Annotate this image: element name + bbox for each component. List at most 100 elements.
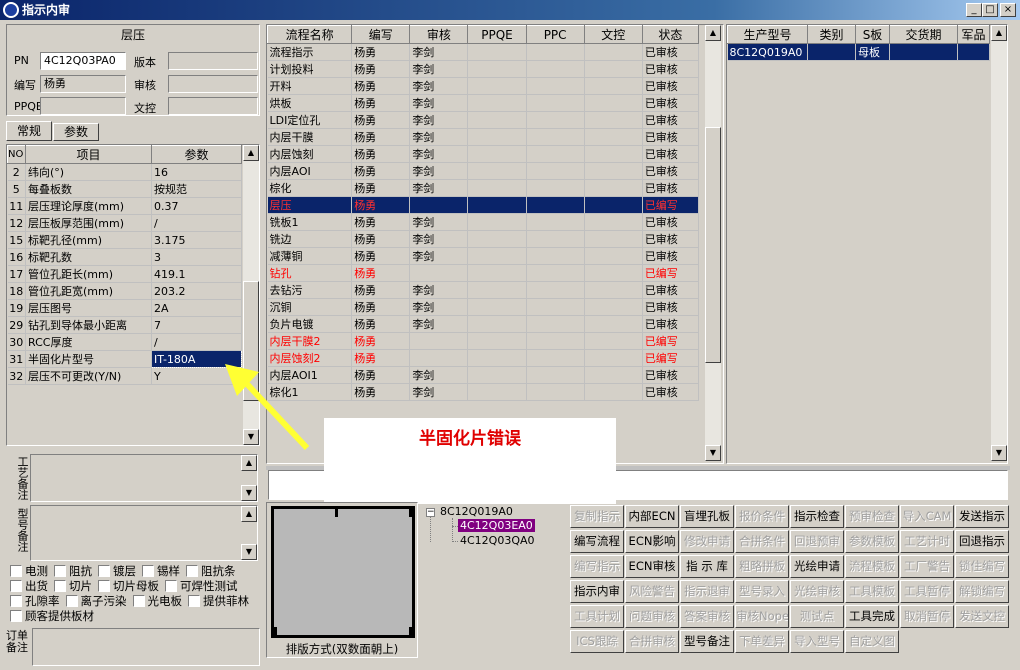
process-cell-reviewer[interactable]: 李剑 [409, 94, 469, 112]
process-cell-doc[interactable] [584, 94, 643, 112]
option-checkbox[interactable]: 锡样 [142, 564, 180, 578]
process-cell-ppqe[interactable] [467, 247, 527, 265]
action-button[interactable]: 自定义图 [845, 630, 899, 653]
process-cell-doc[interactable] [584, 281, 643, 299]
process-cell-ppc[interactable] [526, 366, 585, 384]
close-button[interactable]: × [1000, 3, 1016, 17]
process-cell-status[interactable]: 已审核 [642, 77, 700, 95]
process-cell-writer[interactable]: 杨勇 [351, 213, 411, 231]
process-cell-doc[interactable] [584, 247, 643, 265]
process-cell-status[interactable]: 已审核 [642, 383, 700, 401]
process-cell-reviewer[interactable]: 李剑 [409, 77, 469, 95]
param-cell-no[interactable]: 12 [7, 214, 26, 232]
process-cell-status[interactable]: 已审核 [642, 128, 700, 146]
process-cell-ppc[interactable] [526, 213, 585, 231]
checkbox-icon[interactable] [98, 580, 110, 592]
scroll-up-icon[interactable]: ▲ [241, 506, 257, 522]
process-header-col[interactable]: 状态 [641, 25, 700, 44]
process-cell-name[interactable]: 内层蚀刻 [267, 145, 353, 163]
process-cell-name[interactable]: 内层干膜 [267, 128, 353, 146]
param-cell-item[interactable]: 标靶孔数 [25, 248, 152, 266]
param-cell-value[interactable]: 7 [151, 316, 242, 334]
param-cell-value[interactable]: 按规范 [151, 180, 242, 198]
option-checkbox[interactable]: 提供菲林 [188, 594, 249, 608]
process-cell-ppc[interactable] [526, 145, 585, 163]
minimize-button[interactable]: _ [966, 3, 982, 17]
process-cell-status[interactable]: 已审核 [642, 145, 700, 163]
param-header-no[interactable]: NO [7, 145, 26, 164]
action-button[interactable]: 工具模板 [845, 580, 899, 603]
process-cell-ppqe[interactable] [467, 213, 527, 231]
production-header-col[interactable]: 军品 [957, 25, 990, 44]
process-row[interactable]: 内层蚀刻 杨勇 李剑 已审核 [267, 145, 700, 163]
process-cell-status[interactable]: 已审核 [642, 111, 700, 129]
process-cell-ppqe[interactable] [467, 60, 527, 78]
process-cell-reviewer[interactable]: 李剑 [409, 383, 469, 401]
action-button[interactable]: 风险警告 [625, 580, 679, 603]
param-row[interactable]: 15 标靶孔径(mm) 3.175 [7, 231, 242, 249]
param-row[interactable]: 32 层压不可更改(Y/N) Y [7, 367, 242, 385]
process-cell-reviewer[interactable] [409, 264, 469, 282]
process-cell-ppqe[interactable] [467, 366, 527, 384]
process-row[interactable]: 棕化1 杨勇 李剑 已审核 [267, 383, 700, 401]
process-cell-ppc[interactable] [526, 111, 585, 129]
checkbox-icon[interactable] [10, 580, 22, 592]
param-cell-no[interactable]: 18 [7, 282, 26, 300]
param-header-item[interactable]: 项目 [25, 145, 152, 164]
process-cell-status[interactable]: 已编写 [642, 349, 700, 367]
process-cell-ppc[interactable] [526, 196, 585, 214]
param-cell-value[interactable]: 3.175 [151, 231, 242, 249]
process-cell-name[interactable]: 内层干膜2 [267, 332, 353, 350]
action-button[interactable]: 工具计划 [570, 605, 624, 628]
process-cell-ppc[interactable] [526, 94, 585, 112]
param-cell-no[interactable]: 5 [7, 180, 26, 198]
action-button[interactable]: 复制指示 [570, 505, 624, 528]
process-cell-name[interactable]: 负片电镀 [267, 315, 353, 333]
param-cell-item[interactable]: RCC厚度 [25, 333, 152, 351]
process-cell-ppc[interactable] [526, 60, 585, 78]
scroll-down-icon[interactable]: ▼ [991, 445, 1007, 461]
process-cell-name[interactable]: 减薄铜 [267, 247, 353, 265]
param-row[interactable]: 17 管位孔距长(mm) 419.1 [7, 265, 242, 283]
process-cell-status[interactable]: 已审核 [642, 60, 700, 78]
checkbox-icon[interactable] [186, 565, 198, 577]
process-cell-reviewer[interactable]: 李剑 [409, 230, 469, 248]
param-cell-no[interactable]: 19 [7, 299, 26, 317]
process-row[interactable]: 内层AOI1 杨勇 李剑 已审核 [267, 366, 700, 384]
param-cell-value[interactable]: / [151, 214, 242, 232]
param-cell-no[interactable]: 29 [7, 316, 26, 334]
process-cell-doc[interactable] [584, 196, 643, 214]
process-cell-ppqe[interactable] [467, 349, 527, 367]
param-row[interactable]: 18 管位孔距宽(mm) 203.2 [7, 282, 242, 300]
process-cell-status[interactable]: 已审核 [642, 213, 700, 231]
process-cell-ppc[interactable] [526, 298, 585, 316]
production-cell-military[interactable] [957, 43, 990, 61]
doc-field[interactable] [168, 97, 258, 115]
process-cell-writer[interactable]: 杨勇 [351, 230, 411, 248]
param-cell-item[interactable]: 每叠板数 [25, 180, 152, 198]
process-cell-doc[interactable] [584, 264, 643, 282]
action-button[interactable]: 工艺计时 [900, 530, 954, 553]
action-button[interactable]: 合拼条件 [735, 530, 789, 553]
param-cell-item[interactable]: 层压不可更改(Y/N) [25, 367, 152, 385]
checkbox-icon[interactable] [142, 565, 154, 577]
action-button[interactable]: 合拼审核 [625, 630, 679, 653]
checkbox-icon[interactable] [165, 580, 177, 592]
tab-params[interactable]: 参数 [53, 123, 99, 141]
process-cell-ppc[interactable] [526, 264, 585, 282]
process-row[interactable]: 减薄铜 杨勇 李剑 已审核 [267, 247, 700, 265]
action-button[interactable]: 取消暂停 [900, 605, 954, 628]
process-cell-reviewer[interactable]: 李剑 [409, 162, 469, 180]
process-cell-writer[interactable]: 杨勇 [351, 43, 411, 61]
process-cell-reviewer[interactable]: 李剑 [409, 60, 469, 78]
production-cell-delivery[interactable] [889, 43, 958, 61]
process-row[interactable]: 负片电镀 杨勇 李剑 已审核 [267, 315, 700, 333]
param-cell-value[interactable]: 2A [151, 299, 242, 317]
order-remark-box[interactable] [32, 628, 260, 666]
process-cell-reviewer[interactable]: 李剑 [409, 111, 469, 129]
process-cell-status[interactable]: 已审核 [642, 315, 700, 333]
checkbox-icon[interactable] [10, 565, 22, 577]
process-cell-name[interactable]: 铣边 [267, 230, 353, 248]
process-cell-ppqe[interactable] [467, 111, 527, 129]
process-cell-doc[interactable] [584, 383, 643, 401]
